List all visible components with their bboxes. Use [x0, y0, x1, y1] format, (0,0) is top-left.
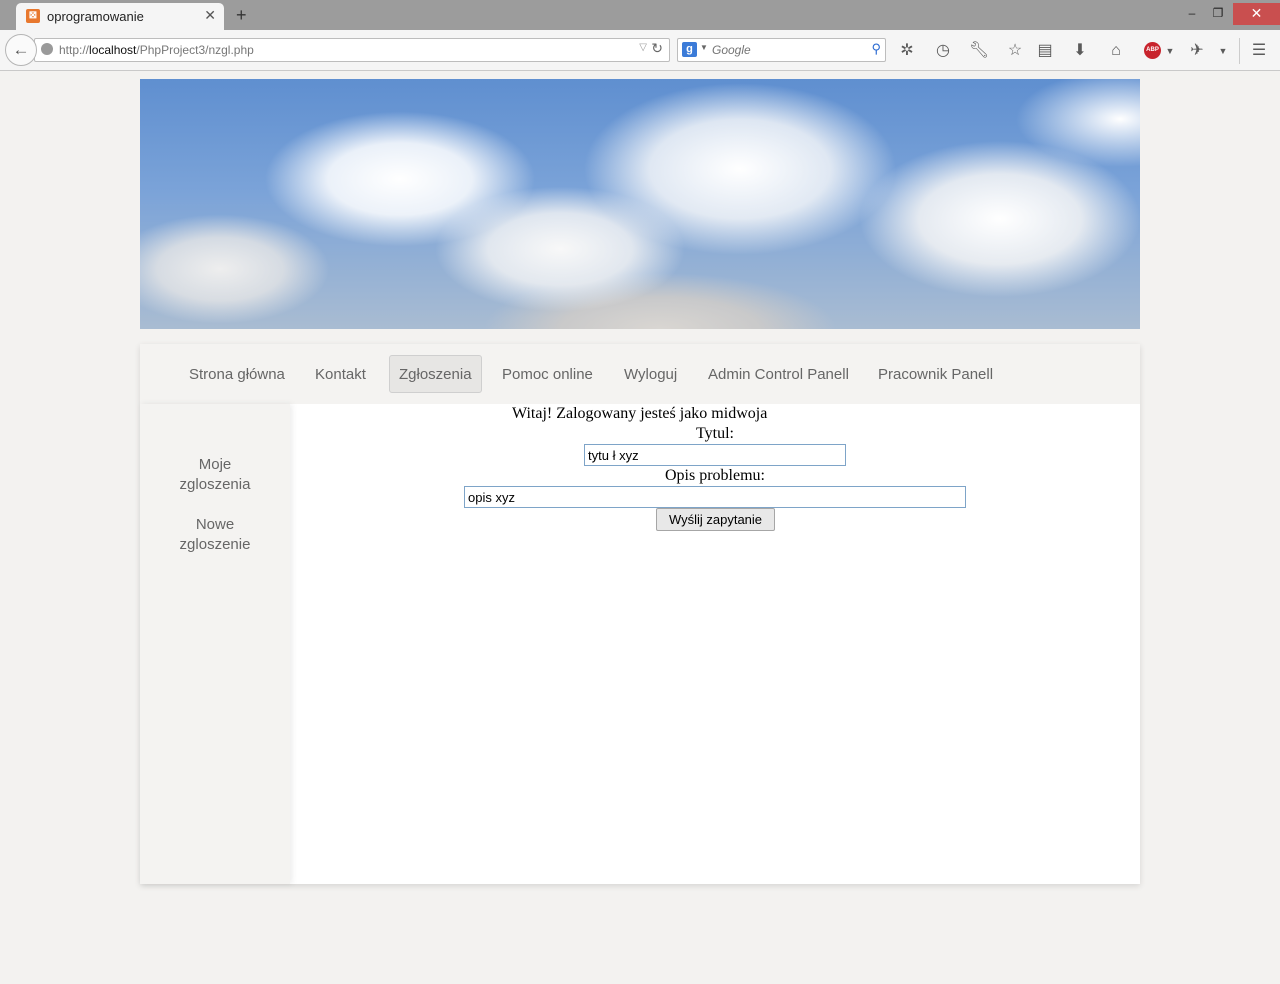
sidebar-item-nowe-zgloszenie[interactable]: Nowe zgloszenie [160, 515, 270, 555]
nav-pracownik-panell[interactable]: Pracownik Panell [878, 366, 993, 383]
google-engine-icon[interactable]: g [682, 42, 697, 57]
toolbar-separator [1239, 38, 1240, 64]
search-icon[interactable]: ⚲ [871, 41, 881, 57]
nav-admin-control-panell[interactable]: Admin Control Panell [708, 366, 849, 383]
settings-icon[interactable]: ✲ [896, 40, 918, 62]
main-menu: Strona główna Kontakt Zgłoszenia Pomoc o… [140, 344, 1140, 404]
sidebar-item-moje-zgloszenia[interactable]: Moje zgloszenia [160, 455, 270, 495]
tab-close-icon[interactable]: ✕ [204, 7, 216, 24]
bookmark-star-icon[interactable]: ☆ [1004, 40, 1026, 62]
reload-icon[interactable]: ↻ [651, 40, 663, 57]
history-icon[interactable]: ◷ [932, 40, 954, 62]
browser-tab[interactable]: ⊠ oprogramowanie ✕ [16, 3, 224, 31]
url-text[interactable]: http://localhost/PhpProject3/nzgl.php [59, 43, 254, 57]
header-banner-clouds [140, 79, 1140, 329]
search-input[interactable] [712, 41, 862, 59]
nav-pomoc-online[interactable]: Pomoc online [502, 366, 593, 383]
sidebar: Moje zgloszenia Nowe zgloszenie [140, 404, 290, 884]
close-window-button[interactable]: ✕ [1233, 3, 1280, 25]
reading-list-icon[interactable]: ▤ [1034, 40, 1056, 62]
nav-zgloszenia[interactable]: Zgłoszenia [389, 355, 482, 393]
wrench-icon[interactable]: 🔧︎ [968, 40, 990, 62]
extension-icon[interactable]: ✈ [1186, 40, 1208, 62]
description-label: Opis problemu: [665, 467, 765, 484]
back-arrow-icon: ← [12, 40, 30, 59]
sidebar-item-line1: Moje [198, 456, 232, 473]
new-tab-icon[interactable]: + [236, 5, 247, 26]
engine-dropdown-icon[interactable]: ▼ [700, 43, 708, 52]
url-path: /PhpProject3/nzgl.php [136, 43, 254, 57]
title-label: Tytul: [696, 425, 734, 442]
url-prefix: http:// [59, 43, 90, 57]
content-box: Strona główna Kontakt Zgłoszenia Pomoc o… [140, 344, 1140, 884]
sidebar-item-line2: zgloszenia [179, 476, 251, 493]
home-icon[interactable]: ⌂ [1105, 40, 1127, 62]
description-input[interactable] [464, 486, 966, 508]
url-dropdown-icon[interactable]: ▽ [639, 42, 647, 53]
menu-icon[interactable]: ☰ [1248, 40, 1270, 62]
url-host: localhost [89, 43, 137, 57]
globe-icon [41, 43, 53, 55]
submit-button[interactable]: Wyślij zapytanie [656, 508, 775, 531]
xampp-favicon-icon: ⊠ [26, 9, 40, 23]
minimize-button[interactable]: – [1180, 3, 1204, 25]
sidebar-item-line2: zgloszenie [179, 536, 251, 553]
download-icon[interactable]: ⬇ [1069, 40, 1091, 62]
extension-dropdown-icon[interactable]: ▼ [1212, 40, 1234, 62]
nav-strona-glowna[interactable]: Strona główna [189, 366, 285, 383]
tab-title: oprogramowanie [47, 9, 144, 24]
browser-titlebar: ⊠ oprogramowanie ✕ + – ❐ ✕ [0, 0, 1280, 31]
maximize-button[interactable]: ❐ [1206, 3, 1230, 25]
nav-kontakt[interactable]: Kontakt [315, 366, 366, 383]
back-button[interactable]: ← [5, 34, 37, 66]
nav-wyloguj[interactable]: Wyloguj [624, 366, 677, 383]
adblock-dropdown-icon[interactable]: ▼ [1159, 40, 1181, 62]
search-bar[interactable]: g ▼ ⚲ [677, 38, 886, 62]
title-input[interactable] [584, 444, 846, 466]
sidebar-item-line1: Nowe [195, 516, 235, 533]
welcome-text: Witaj! Zalogowany jesteś jako midwoja [512, 405, 768, 422]
url-bar[interactable]: http://localhost/PhpProject3/nzgl.php ▽ … [34, 38, 670, 62]
main-area: Witaj! Zalogowany jesteś jako midwoja Ty… [290, 404, 1140, 884]
